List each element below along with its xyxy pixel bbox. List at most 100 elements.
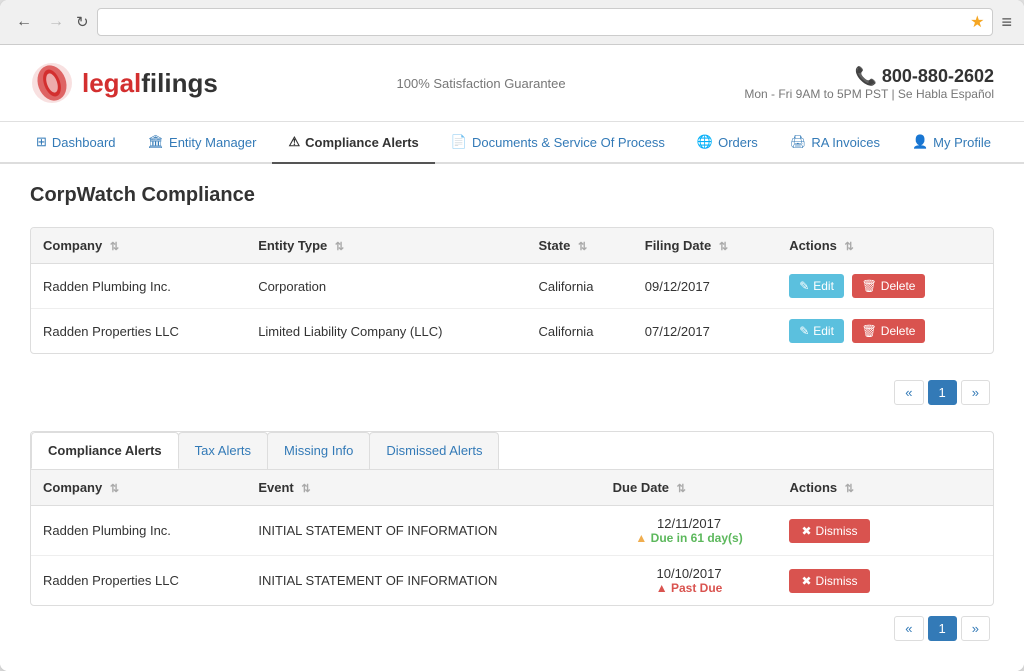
alert-due-date-1: 10/10/2017 ▲ Past Due — [601, 556, 778, 606]
phone-icon: 📞 — [854, 66, 876, 86]
nav-item-compliance-alerts[interactable]: ⚠ Compliance Alerts — [272, 122, 434, 164]
state-cell: California — [527, 309, 633, 354]
nav-item-ra-invoices[interactable]: 🖨 RA Invoices — [774, 122, 896, 164]
col-company[interactable]: Company ⇅ — [31, 228, 246, 264]
entity-manager-icon: 🏛 — [148, 134, 165, 150]
sort-filing-icon: ⇅ — [719, 241, 728, 253]
alert-col-event[interactable]: Event ⇅ — [246, 470, 600, 506]
alert-due-date-0: 12/11/2017 ▲ Due in 61 day(s) — [601, 506, 778, 556]
site-header: legalfilings 100% Satisfaction Guarantee… — [0, 45, 1024, 122]
nav-bar: ⊞ Dashboard 🏛 Entity Manager ⚠ Complianc… — [0, 122, 1024, 164]
sort-alert-actions-icon: ⇅ — [845, 483, 854, 495]
edit-icon-1: ✎ — [799, 324, 809, 338]
sort-company-icon: ⇅ — [110, 241, 119, 253]
entity-type-cell: Limited Liability Company (LLC) — [246, 309, 526, 354]
col-state[interactable]: State ⇅ — [527, 228, 633, 264]
filing-date-cell: 09/12/2017 — [633, 264, 777, 309]
state-cell: California — [527, 264, 633, 309]
refresh-button[interactable]: ↻ — [76, 13, 89, 31]
compliance-alerts-icon: ⚠ — [288, 134, 300, 150]
alert-page-1-btn[interactable]: 1 — [928, 616, 957, 641]
alert-company-1: Radden Properties LLC — [31, 556, 246, 606]
filing-date-cell: 07/12/2017 — [633, 309, 777, 354]
alert-row-1: Radden Properties LLC INITIAL STATEMENT … — [31, 556, 993, 606]
alert-actions-0: ✖ Dismiss — [777, 506, 993, 556]
nav-item-my-profile[interactable]: 👤 My Profile — [896, 122, 1007, 164]
alert-col-actions[interactable]: Actions ⇅ — [777, 470, 993, 506]
alerts-section: Compliance Alerts Tax Alerts Missing Inf… — [30, 431, 994, 606]
delete-button-0[interactable]: 🗑 Delete — [852, 274, 926, 298]
back-button[interactable]: ← — [12, 11, 36, 33]
edit-button-0[interactable]: ✎ Edit — [789, 274, 844, 298]
alert-company-0: Radden Plumbing Inc. — [31, 506, 246, 556]
alerts-pagination: « 1 » — [30, 606, 994, 651]
sort-alert-event-icon: ⇅ — [301, 483, 310, 495]
alert-prev-page-btn[interactable]: « — [894, 616, 923, 641]
next-page-btn[interactable]: » — [961, 380, 990, 405]
warning-icon-1: ▲ — [656, 581, 668, 595]
my-profile-icon: 👤 — [912, 134, 928, 150]
logo-area: legalfilings — [30, 61, 218, 105]
col-actions[interactable]: Actions ⇅ — [777, 228, 993, 264]
table-row: Radden Plumbing Inc. Corporation Califor… — [31, 264, 993, 309]
warning-icon-0: ▲ — [635, 531, 647, 545]
corpwatch-table: Company ⇅ Entity Type ⇅ State ⇅ — [30, 227, 994, 354]
nav-item-dashboard[interactable]: ⊞ Dashboard — [20, 122, 132, 164]
tab-dismissed-alerts[interactable]: Dismissed Alerts — [369, 432, 499, 469]
entity-type-cell: Corporation — [246, 264, 526, 309]
dashboard-icon: ⊞ — [36, 134, 47, 150]
contact-area: 📞 800-880-2602 Mon - Fri 9AM to 5PM PST … — [744, 66, 994, 101]
edit-icon-0: ✎ — [799, 279, 809, 293]
col-filing-date[interactable]: Filing Date ⇅ — [633, 228, 777, 264]
sort-alert-company-icon: ⇅ — [110, 483, 119, 495]
sort-actions-icon: ⇅ — [844, 241, 853, 253]
edit-button-1[interactable]: ✎ Edit — [789, 319, 844, 343]
alert-col-company[interactable]: Company ⇅ — [31, 470, 246, 506]
sort-state-icon: ⇅ — [578, 241, 587, 253]
browser-menu-icon[interactable]: ≡ — [1001, 12, 1012, 33]
main-content: CorpWatch Compliance Company ⇅ Entity Ty… — [0, 164, 1024, 671]
prev-page-btn[interactable]: « — [894, 380, 923, 405]
nav-item-documents[interactable]: 📄 Documents & Service Of Process — [435, 122, 681, 164]
browser-chrome: ← → ↻ ★ ≡ — [0, 0, 1024, 45]
alert-next-page-btn[interactable]: » — [961, 616, 990, 641]
dismiss-button-0[interactable]: ✖ Dismiss — [789, 519, 869, 543]
nav-item-orders[interactable]: 🌐 Orders — [681, 122, 774, 164]
alert-row-0: Radden Plumbing Inc. INITIAL STATEMENT O… — [31, 506, 993, 556]
satisfaction-text: 100% Satisfaction Guarantee — [397, 76, 566, 91]
table-row: Radden Properties LLC Limited Liability … — [31, 309, 993, 354]
delete-button-1[interactable]: 🗑 Delete — [852, 319, 926, 343]
sort-alert-due-icon: ⇅ — [677, 483, 686, 495]
address-bar[interactable]: ★ — [97, 8, 994, 36]
sub-tabs: Compliance Alerts Tax Alerts Missing Inf… — [31, 432, 993, 470]
alert-actions-1: ✖ Dismiss — [777, 556, 993, 606]
sort-entity-icon: ⇅ — [335, 241, 344, 253]
ra-invoices-icon: 🖨 — [790, 134, 807, 150]
documents-icon: 📄 — [451, 134, 467, 150]
logo-icon — [30, 61, 74, 105]
nav-item-entity-manager[interactable]: 🏛 Entity Manager — [132, 122, 273, 164]
corpwatch-pagination: « 1 » — [30, 370, 994, 415]
actions-cell: ✎ Edit 🗑 Delete — [777, 264, 993, 309]
page-1-btn[interactable]: 1 — [928, 380, 957, 405]
trash-icon-0: 🗑 — [862, 279, 877, 293]
col-entity-type[interactable]: Entity Type ⇅ — [246, 228, 526, 264]
bookmark-icon[interactable]: ★ — [970, 12, 984, 32]
alert-event-1: INITIAL STATEMENT OF INFORMATION — [246, 556, 600, 606]
tab-compliance-alerts[interactable]: Compliance Alerts — [31, 432, 179, 469]
company-cell: Radden Plumbing Inc. — [31, 264, 246, 309]
dismiss-icon-0: ✖ — [801, 524, 811, 538]
page-title: CorpWatch Compliance — [30, 184, 994, 207]
company-cell: Radden Properties LLC — [31, 309, 246, 354]
page-content: legalfilings 100% Satisfaction Guarantee… — [0, 45, 1024, 671]
orders-icon: 🌐 — [697, 134, 713, 150]
dismiss-button-1[interactable]: ✖ Dismiss — [789, 569, 869, 593]
alert-col-due-date[interactable]: Due Date ⇅ — [601, 470, 778, 506]
tab-missing-info[interactable]: Missing Info — [267, 432, 370, 469]
actions-cell: ✎ Edit 🗑 Delete — [777, 309, 993, 354]
trash-icon-1: 🗑 — [862, 324, 877, 338]
tab-tax-alerts[interactable]: Tax Alerts — [178, 432, 268, 469]
browser-window: ← → ↻ ★ ≡ legalfilings 100% Satisfaction… — [0, 0, 1024, 671]
forward-button[interactable]: → — [44, 11, 68, 33]
phone-number: 📞 800-880-2602 — [744, 66, 994, 87]
